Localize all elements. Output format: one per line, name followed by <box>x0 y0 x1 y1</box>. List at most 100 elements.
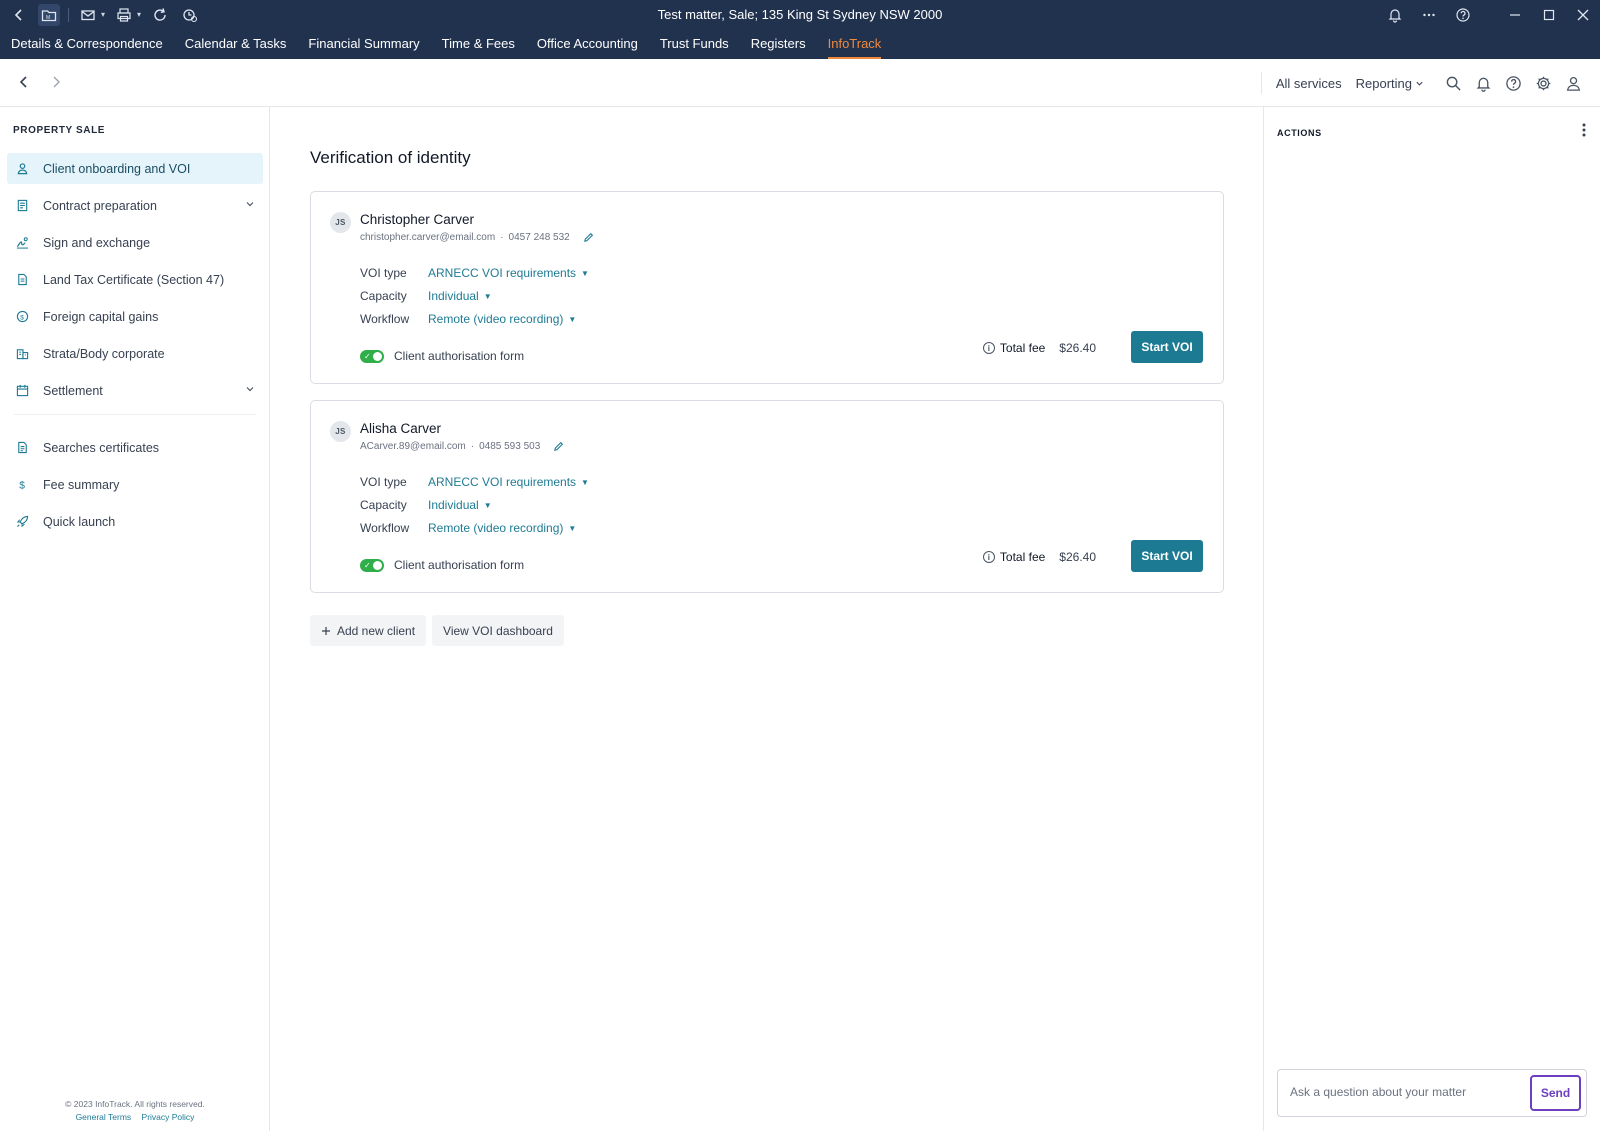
send-button[interactable]: Send <box>1530 1075 1581 1111</box>
info-icon[interactable]: i <box>982 342 995 354</box>
start-voi-button[interactable]: Start VOI <box>1131 331 1203 363</box>
capacity-row: Capacity Individual ▼ <box>360 289 492 303</box>
menu-infotrack[interactable]: InfoTrack <box>827 29 881 59</box>
voi-type-dropdown[interactable]: ARNECC VOI requirements ▼ <box>428 266 589 280</box>
edit-pencil-icon[interactable] <box>553 441 564 452</box>
sidebar-item-searches-certificates[interactable]: Searches certificates <box>7 432 263 463</box>
add-new-client-button[interactable]: Add new client <box>310 615 427 646</box>
client-contact: christopher.carver@email.com · 0457 248 … <box>360 232 594 243</box>
all-services-link[interactable]: All services <box>1276 76 1342 91</box>
capacity-dropdown[interactable]: Individual ▼ <box>428 498 492 512</box>
voi-type-value: ARNECC VOI requirements <box>428 266 577 280</box>
nav-forward-icon[interactable] <box>46 71 66 93</box>
general-terms-link[interactable]: General Terms <box>76 1112 132 1122</box>
auth-form-label: Client authorisation form <box>394 558 525 572</box>
menu-time-fees[interactable]: Time & Fees <box>442 29 515 59</box>
sidebar-item-foreign-capital-gains[interactable]: $ Foreign capital gains <box>7 301 263 332</box>
window-title: Test matter, Sale; 135 King St Sydney NS… <box>657 7 943 22</box>
workflow-value: Remote (video recording) <box>428 521 564 535</box>
menu-financial-summary[interactable]: Financial Summary <box>308 29 419 59</box>
contact-separator: · <box>470 441 475 452</box>
bell-icon[interactable] <box>1384 4 1406 26</box>
avatar: JS <box>330 421 351 442</box>
kebab-menu-icon[interactable] <box>1582 123 1586 139</box>
sidebar-item-label: Foreign capital gains <box>43 309 159 324</box>
back-icon[interactable] <box>8 4 30 26</box>
chevron-down-icon: ▼ <box>581 477 589 487</box>
capacity-row: Capacity Individual ▼ <box>360 498 492 512</box>
sidebar-item-contract-preparation[interactable]: Contract preparation <box>7 190 263 221</box>
sidebar-item-settlement[interactable]: Settlement <box>7 375 263 406</box>
certificate-icon <box>14 440 30 456</box>
menu-trust-funds[interactable]: Trust Funds <box>660 29 729 59</box>
workflow-dropdown[interactable]: Remote (video recording) ▼ <box>428 312 576 326</box>
chevron-down-icon: ▼ <box>568 523 577 533</box>
reporting-dropdown[interactable]: Reporting <box>1356 76 1424 91</box>
help-circle-icon[interactable] <box>1498 68 1528 98</box>
voi-type-dropdown[interactable]: ARNECC VOI requirements ▼ <box>428 475 589 489</box>
dollar-icon: $ <box>14 477 30 493</box>
start-voi-button[interactable]: Start VOI <box>1131 540 1203 572</box>
sidebar-item-client-onboarding[interactable]: Client onboarding and VOI <box>7 153 263 184</box>
workflow-dropdown[interactable]: Remote (video recording) ▼ <box>428 521 576 535</box>
coin-icon: $ <box>14 309 30 325</box>
settings-gear-icon[interactable] <box>1528 68 1558 98</box>
sidebar-item-label: Client onboarding and VOI <box>43 161 191 176</box>
print-dropdown-caret[interactable]: ▾ <box>137 10 141 19</box>
auth-form-toggle[interactable]: ✓ <box>360 349 384 363</box>
sidebar-item-land-tax-certificate[interactable]: Land Tax Certificate (Section 47) <box>7 264 263 295</box>
menu-registers[interactable]: Registers <box>751 29 806 59</box>
plus-icon <box>322 626 330 635</box>
privacy-policy-link[interactable]: Privacy Policy <box>142 1112 195 1122</box>
sidebar-item-strata-body-corporate[interactable]: Strata/Body corporate <box>7 338 263 369</box>
mail-dropdown-caret[interactable]: ▾ <box>101 10 105 19</box>
ask-question-input[interactable] <box>1290 1085 1520 1099</box>
card-actions: Add new client View VOI dashboard <box>310 615 564 646</box>
footer-links: General Terms Privacy Policy <box>0 1111 270 1124</box>
sidebar-item-quick-launch[interactable]: Quick launch <box>7 506 263 537</box>
edit-pencil-icon[interactable] <box>583 232 594 243</box>
capacity-label: Capacity <box>360 498 407 512</box>
print-icon[interactable] <box>113 4 135 26</box>
close-icon[interactable] <box>1572 4 1594 26</box>
refresh-icon[interactable] <box>149 4 171 26</box>
capacity-dropdown[interactable]: Individual ▼ <box>428 289 492 303</box>
info-icon[interactable]: i <box>982 551 995 563</box>
toolbar-separator <box>68 7 69 22</box>
copyright-text: © 2023 InfoTrack. All rights reserved. <box>65 1099 205 1109</box>
view-voi-dashboard-button[interactable]: View VOI dashboard <box>432 615 564 646</box>
workflow-label: Workflow <box>360 312 410 326</box>
capacity-label: Capacity <box>360 289 407 303</box>
mail-icon[interactable] <box>77 4 99 26</box>
nav-right-tools: All services Reporting <box>1260 59 1588 107</box>
maximize-icon[interactable] <box>1538 4 1560 26</box>
search-icon[interactable] <box>1438 68 1468 98</box>
chevron-down-icon[interactable] <box>245 199 255 209</box>
help-icon[interactable] <box>1452 4 1474 26</box>
sidebar-item-label: Land Tax Certificate (Section 47) <box>43 272 225 287</box>
sidebar-item-sign-exchange[interactable]: Sign and exchange <box>7 227 263 258</box>
view-voi-dashboard-label: View VOI dashboard <box>443 623 553 638</box>
menu-details-correspondence[interactable]: Details & Correspondence <box>11 29 163 59</box>
contact-separator: · <box>500 232 504 243</box>
chevron-down-icon[interactable] <box>245 384 255 394</box>
auth-form-row: ✓ Client authorisation form <box>360 349 524 363</box>
nav-back-icon[interactable] <box>14 71 34 93</box>
matter-folder-icon[interactable]: M <box>38 3 60 26</box>
actions-panel: ACTIONS Send <box>1263 107 1600 1131</box>
sidebar-divider <box>14 414 256 415</box>
auth-form-toggle[interactable]: ✓ <box>360 558 384 572</box>
menu-office-accounting[interactable]: Office Accounting <box>537 29 638 59</box>
sidebar-item-fee-summary[interactable]: $ Fee summary <box>7 469 263 500</box>
menu-calendar-tasks[interactable]: Calendar & Tasks <box>185 29 287 59</box>
more-icon[interactable] <box>1418 4 1440 26</box>
chevron-down-icon: ▼ <box>483 291 492 301</box>
user-profile-icon[interactable] <box>1558 68 1588 98</box>
sidebar-heading: PROPERTY SALE <box>13 125 106 136</box>
minimize-icon[interactable] <box>1504 4 1526 26</box>
document-icon <box>14 272 30 288</box>
nav-divider <box>1260 72 1262 94</box>
clock-icon[interactable] <box>179 4 201 26</box>
client-name: Christopher Carver <box>360 212 475 227</box>
notification-bell-icon[interactable] <box>1468 68 1498 98</box>
